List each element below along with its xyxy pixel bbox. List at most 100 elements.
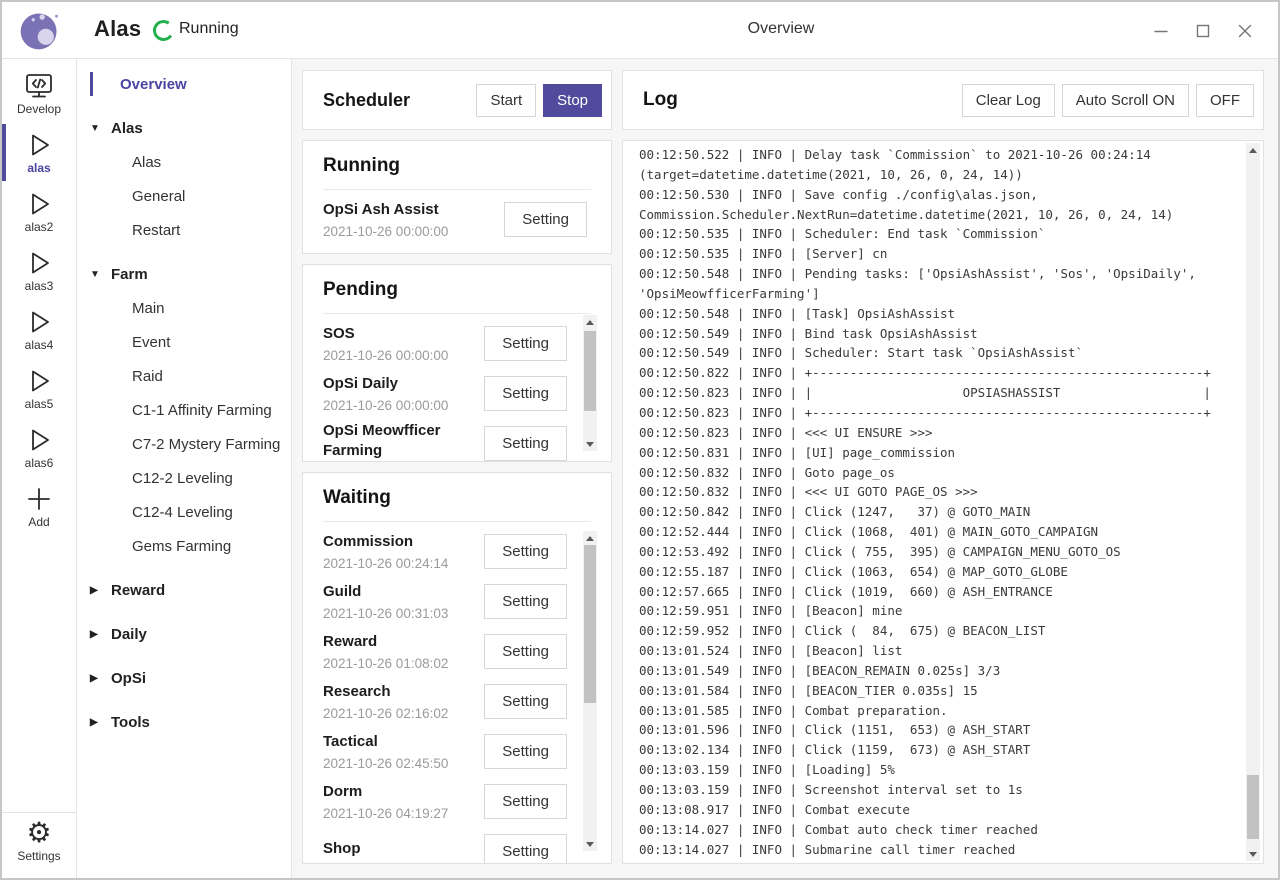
nav-item[interactable]: Gems Farming: [90, 529, 291, 563]
play-icon: [2, 128, 76, 161]
scroll-down-arrow-icon[interactable]: [1246, 847, 1260, 861]
scroll-up-arrow-icon[interactable]: [1246, 143, 1260, 157]
log-line: 00:13:01.524 | INFO | [Beacon] list: [639, 641, 1241, 661]
nav-item[interactable]: General: [90, 179, 291, 213]
log-line: 00:12:50.823 | INFO | +-----------------…: [639, 403, 1241, 423]
task-time: 2021-10-26 00:00:00: [323, 224, 504, 239]
clear-log-button[interactable]: Clear Log: [962, 84, 1055, 117]
nav-arrow-icon: [90, 717, 111, 728]
nav-item[interactable]: C12-2 Leveling: [90, 461, 291, 495]
task-time: 2021-10-26 00:31:03: [323, 606, 484, 621]
scrollbar[interactable]: [1246, 143, 1260, 861]
nav-item[interactable]: Overview: [90, 67, 291, 101]
nav-item[interactable]: C12-4 Leveling: [90, 495, 291, 529]
log-line: 00:12:50.549 | INFO | Scheduler: Start t…: [639, 343, 1241, 363]
nav-arrow-icon: [90, 585, 111, 596]
log-line: 00:13:01.596 | INFO | Click (1151, 653) …: [639, 720, 1241, 740]
log-line: 'OpsiMeowfficerFarming']: [639, 284, 1241, 304]
setting-button[interactable]: Setting: [484, 634, 567, 669]
log-line: 00:13:01.549 | INFO | [BEACON_REMAIN 0.0…: [639, 661, 1241, 681]
setting-button[interactable]: Setting: [504, 202, 587, 237]
nav-item[interactable]: Daily: [90, 617, 291, 651]
log-line: 00:12:53.492 | INFO | Click ( 755, 395) …: [639, 542, 1241, 562]
task-name: SOS: [323, 324, 473, 344]
setting-button[interactable]: Setting: [484, 734, 567, 769]
nav-item-label: C7-2 Mystery Farming: [132, 436, 280, 453]
gear-icon: ⚙: [2, 817, 76, 849]
setting-button[interactable]: Setting: [484, 326, 567, 361]
stop-button[interactable]: Stop: [543, 84, 602, 117]
scroll-down-arrow-icon[interactable]: [583, 837, 597, 851]
setting-button[interactable]: Setting: [484, 534, 567, 569]
nav-item-label: Alas: [132, 154, 161, 171]
log-line: 00:13:08.917 | INFO | Combat execute: [639, 800, 1241, 820]
running-list: OpSi Ash Assist 2021-10-26 00:00:00 Sett…: [323, 194, 591, 244]
task-row: Reward 2021-10-26 01:08:02 Setting: [323, 626, 591, 676]
auto-scroll-on-button[interactable]: Auto Scroll ON: [1062, 84, 1189, 117]
setting-button[interactable]: Setting: [484, 584, 567, 619]
log-line: 00:12:57.665 | INFO | Click (1019, 660) …: [639, 582, 1241, 602]
nav-arrow-icon: [90, 269, 111, 280]
log-line: 00:12:50.522 | INFO | Delay task `Commis…: [639, 145, 1241, 165]
log-line: 00:13:03.159 | INFO | [Loading] 5%: [639, 760, 1241, 780]
close-button[interactable]: [1224, 11, 1266, 51]
nav-item[interactable]: Reward: [90, 573, 291, 607]
scrollbar-thumb[interactable]: [1247, 775, 1259, 839]
nav-item[interactable]: Alas: [90, 111, 291, 145]
nav-item[interactable]: Tools: [90, 705, 291, 739]
nav-menu: Overview Alas Alas General Restart: [77, 59, 292, 878]
nav-item-label: Restart: [132, 222, 180, 239]
task-time: 2021-10-26 00:00:00: [323, 348, 484, 363]
nav-item[interactable]: Farm: [90, 257, 291, 291]
log-line: 00:13:01.585 | INFO | Combat preparation…: [639, 701, 1241, 721]
rail-item-alas5[interactable]: alas5: [2, 359, 76, 418]
nav-item[interactable]: OpSi: [90, 661, 291, 695]
setting-button[interactable]: Setting: [484, 426, 567, 461]
pending-card: Pending SOS 2021-10-26 00:00:00 Setting …: [302, 264, 612, 462]
rail-item-alas6[interactable]: alas6: [2, 418, 76, 477]
nav-item[interactable]: Event: [90, 325, 291, 359]
setting-button[interactable]: Setting: [484, 376, 567, 411]
rail-item-add[interactable]: Add: [2, 477, 76, 536]
scrollbar[interactable]: [583, 531, 597, 851]
auto-scroll-off-button[interactable]: OFF: [1196, 84, 1254, 117]
log-line: 00:13:01.584 | INFO | [BEACON_TIER 0.035…: [639, 681, 1241, 701]
setting-button[interactable]: Setting: [484, 784, 567, 819]
nav-item[interactable]: Alas: [90, 145, 291, 179]
rail-item-alas2[interactable]: alas2: [2, 182, 76, 241]
rail-item-settings[interactable]: ⚙ Settings: [2, 812, 76, 878]
rail-item-alas3[interactable]: alas3: [2, 241, 76, 300]
minimize-button[interactable]: [1140, 11, 1182, 51]
log-line: 00:12:50.823 | INFO | | OPSIASHASSIST |: [639, 383, 1241, 403]
title-bar: Alas Running Overview: [2, 2, 1278, 59]
setting-button[interactable]: Setting: [484, 684, 567, 719]
start-button[interactable]: Start: [476, 84, 536, 117]
nav-item[interactable]: Main: [90, 291, 291, 325]
nav-item-label: C12-4 Leveling: [132, 504, 233, 521]
rail-item-alas4[interactable]: alas4: [2, 300, 76, 359]
play-icon: [2, 364, 76, 397]
page-title: Overview: [636, 20, 926, 38]
nav-arrow-icon: [90, 123, 111, 134]
log-output[interactable]: 00:12:50.522 | INFO | Delay task `Commis…: [639, 145, 1241, 863]
scrollbar-thumb[interactable]: [584, 545, 596, 703]
task-name: Reward: [323, 632, 473, 652]
setting-button[interactable]: Setting: [484, 834, 567, 865]
nav-item[interactable]: Raid: [90, 359, 291, 393]
rail-item-alas[interactable]: alas: [2, 123, 76, 182]
scrollbar-thumb[interactable]: [584, 331, 596, 411]
maximize-button[interactable]: [1182, 11, 1224, 51]
task-time: 2021-10-26 00:00:00: [323, 398, 484, 413]
nav-item[interactable]: Restart: [90, 213, 291, 247]
scroll-down-arrow-icon[interactable]: [583, 437, 597, 451]
scrollbar[interactable]: [583, 315, 597, 451]
nav-item[interactable]: C7-2 Mystery Farming: [90, 427, 291, 461]
log-line: 00:12:50.823 | INFO | <<< UI ENSURE >>>: [639, 423, 1241, 443]
scroll-up-arrow-icon[interactable]: [583, 315, 597, 329]
scroll-up-arrow-icon[interactable]: [583, 531, 597, 545]
instance-rail: Develop alas alas2 alas3 alas4: [2, 59, 77, 878]
nav-item[interactable]: C1-1 Affinity Farming: [90, 393, 291, 427]
task-time: 2021-10-26 02:45:50: [323, 756, 484, 771]
rail-item-develop[interactable]: Develop: [2, 64, 76, 123]
waiting-list: Commission 2021-10-26 00:24:14 Setting G…: [323, 526, 591, 864]
